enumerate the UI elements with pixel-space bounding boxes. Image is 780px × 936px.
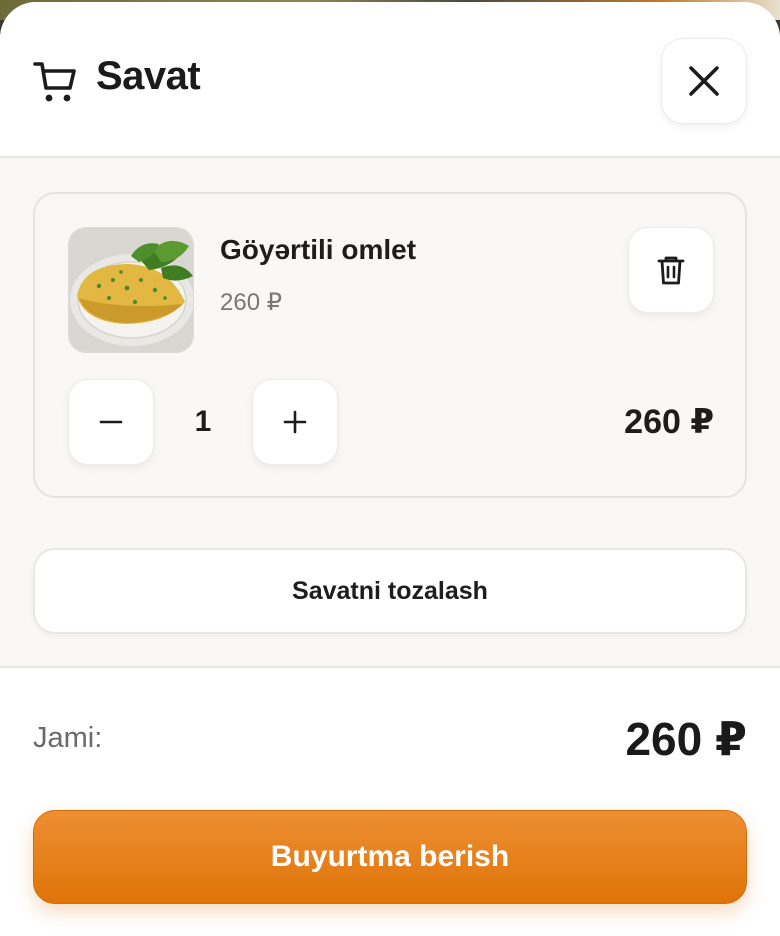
remove-item-button[interactable] [628, 227, 714, 313]
place-order-button[interactable]: Buyurtma berish [33, 810, 747, 904]
cart-icon [33, 62, 76, 102]
close-button[interactable] [661, 38, 747, 124]
increase-quantity-button[interactable] [252, 379, 338, 465]
quantity-value: 1 [194, 405, 212, 438]
item-line-total: 260 ₽ [624, 403, 714, 441]
cart-item: Göyərtili omlet 260 ₽ 1 260 ₽ [33, 192, 747, 498]
close-icon [689, 66, 719, 96]
trash-icon [657, 256, 685, 285]
item-name: Göyərtili omlet [220, 234, 417, 265]
cart-sheet: Savat Göyərtili omlet 260 ₽ 1 260 ₽ Sava… [0, 2, 780, 936]
minus-icon [99, 420, 123, 424]
item-image [68, 227, 194, 353]
total-value: 260 ₽ [625, 713, 747, 765]
total-label: Jami: [33, 722, 103, 754]
clear-cart-button[interactable]: Savatni tozalash [33, 548, 747, 634]
item-unit-price: 260 ₽ [220, 289, 282, 316]
omelet-plate-image [69, 228, 193, 352]
decrease-quantity-button[interactable] [68, 379, 154, 465]
cart-body: Göyərtili omlet 260 ₽ 1 260 ₽ Savatni to… [0, 158, 780, 668]
cart-header: Savat [0, 2, 780, 158]
page-title: Savat [96, 54, 201, 98]
plus-icon [283, 410, 307, 434]
cart-footer: Jami: 260 ₽ Buyurtma berish [0, 668, 780, 936]
